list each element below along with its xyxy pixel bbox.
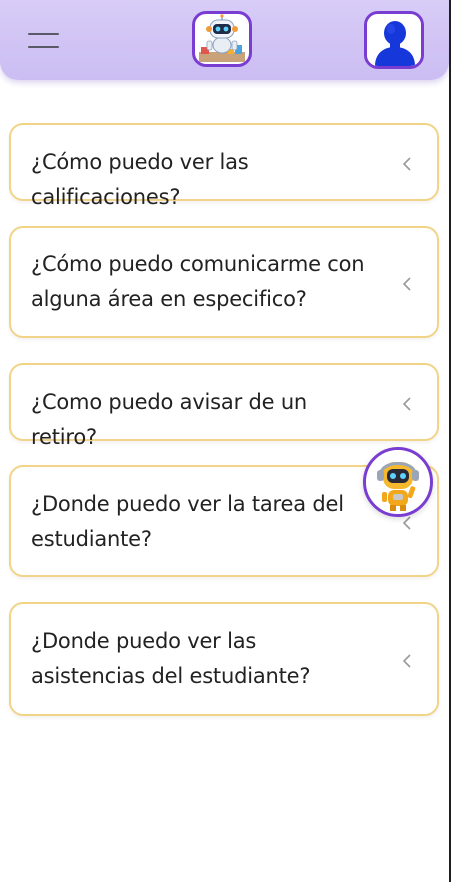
menu-bar <box>28 46 59 48</box>
hamburger-menu-button[interactable] <box>28 31 60 51</box>
app-screen: ¿Cómo puedo ver las calificaciones? ¿Cóm… <box>0 0 451 882</box>
menu-bar <box>28 33 59 35</box>
faq-item-attendance[interactable]: ¿Donde puedo ver las asistencias del est… <box>9 602 439 716</box>
robot-assistant-icon <box>366 450 430 514</box>
robot-mascot-logo-icon <box>192 11 252 67</box>
chevron-left-icon <box>402 277 411 291</box>
robot-assistant-button[interactable] <box>363 447 433 517</box>
faq-question: ¿Cómo puedo ver las calificaciones? <box>31 150 249 209</box>
faq-question: ¿Cómo puedo comunicarme con alguna área … <box>31 252 365 311</box>
chevron-left-icon <box>402 397 411 411</box>
faq-question: ¿Como puedo avisar de un retiro? <box>31 390 308 449</box>
faq-question: ¿Donde puedo ver la tarea del estudiante… <box>31 492 344 551</box>
user-avatar-icon[interactable] <box>364 11 424 69</box>
faq-item-withdrawal[interactable]: ¿Como puedo avisar de un retiro? <box>9 363 439 449</box>
chevron-left-icon <box>402 516 411 530</box>
top-header <box>0 0 449 80</box>
chevron-left-icon <box>402 157 411 171</box>
faq-question: ¿Donde puedo ver las asistencias del est… <box>31 629 311 688</box>
faq-item-grades[interactable]: ¿Cómo puedo ver las calificaciones? <box>9 123 439 209</box>
chevron-left-icon <box>402 654 411 668</box>
faq-item-contact-area[interactable]: ¿Cómo puedo comunicarme con alguna área … <box>9 226 439 338</box>
